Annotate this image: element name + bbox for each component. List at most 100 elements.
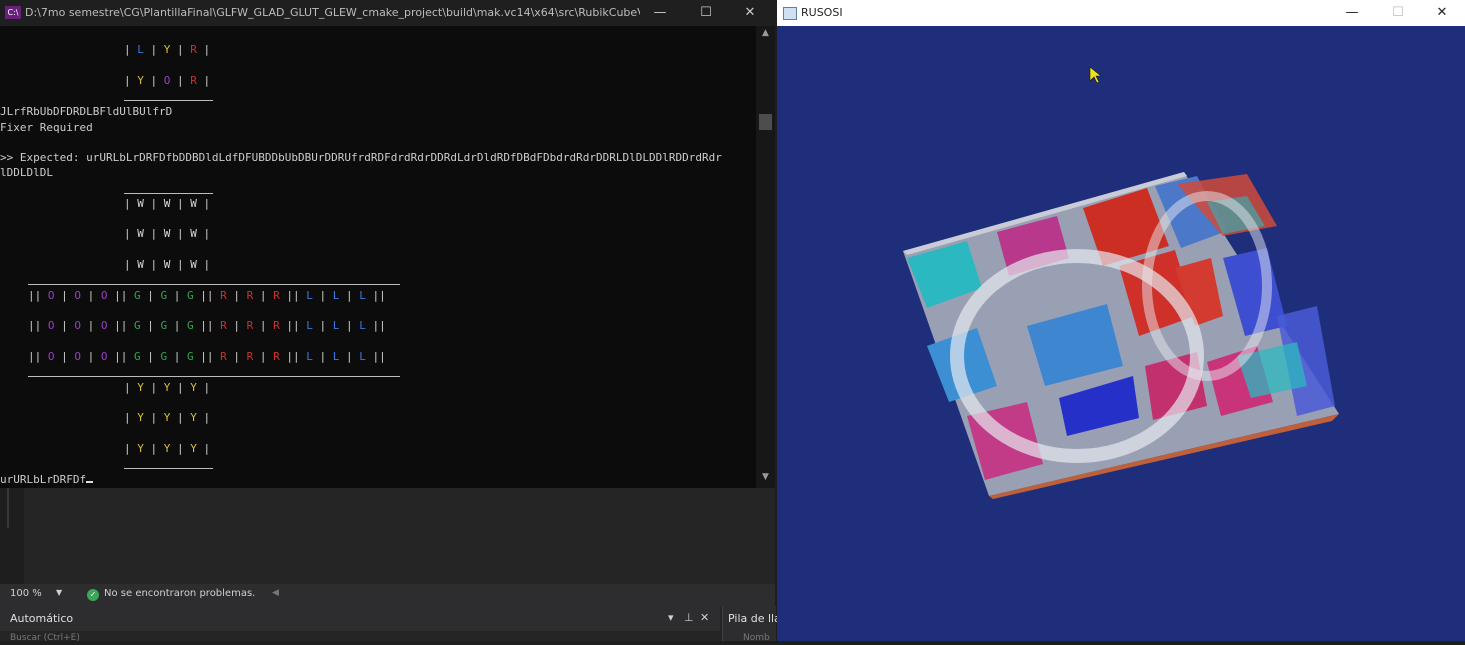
autos-search-input[interactable]: Buscar (Ctrl+E) [10, 633, 220, 641]
cell-space [197, 74, 204, 87]
cell-space [366, 289, 373, 302]
call-stack-title[interactable]: Pila de lla [728, 612, 781, 625]
console-scrollbar[interactable]: ▲ ▼ [756, 26, 775, 488]
cube-bottom-row: | Y | Y | Y | [124, 442, 210, 455]
cell-separator: || [200, 350, 221, 363]
cell-space [197, 442, 204, 455]
cube-top-row: | W | W | W | [124, 258, 210, 271]
cell-separator: || [114, 289, 134, 302]
cube-cell-R: R [273, 319, 280, 332]
cell-separator: | [124, 197, 138, 210]
cell-space [144, 227, 151, 240]
console-minimize-button[interactable]: — [637, 0, 683, 26]
cube-bottom-row: | Y | Y | Y | [124, 381, 210, 394]
gl-maximize-button[interactable]: ☐ [1375, 0, 1421, 26]
cell-separator: || [286, 350, 307, 363]
cube-cell-O: O [100, 289, 108, 302]
cube-cell-R: R [220, 350, 227, 363]
check-icon: ✓ [87, 589, 99, 601]
cube-cell-R: R [190, 74, 197, 87]
cell-separator: | [346, 319, 360, 332]
input-line[interactable]: urURLbLrDRFDf [0, 473, 94, 486]
cell-separator: | [346, 350, 360, 363]
zoom-dropdown-icon[interactable]: ▼ [56, 588, 62, 597]
scroll-up-icon[interactable]: ▲ [756, 28, 775, 42]
autos-panel-title[interactable]: Automático [10, 612, 73, 625]
console-output[interactable]: | L | Y | R | | Y | O | R | JLrfRbUbDFDR… [0, 26, 756, 488]
cell-space [144, 258, 151, 271]
cell-space [144, 43, 151, 56]
pin-icon[interactable]: ⊥ [684, 611, 694, 624]
scroll-down-icon[interactable]: ▼ [756, 472, 775, 486]
scroll-left-icon[interactable]: ◀ [272, 588, 279, 598]
cell-separator: | [203, 227, 211, 240]
cell-space [170, 381, 177, 394]
cube-top-row: | W | W | W | [124, 197, 210, 210]
cell-separator: | [177, 43, 191, 56]
problems-status[interactable]: No se encontraron problemas. [104, 588, 255, 599]
cube-cell-G: G [187, 350, 194, 363]
cube-cell-L: L [359, 350, 366, 363]
divider [28, 284, 400, 285]
cell-space [253, 319, 260, 332]
cell-separator: | [319, 350, 333, 363]
cube-cell-L: L [359, 289, 366, 302]
console-window[interactable]: C:\ D:\7mo semestre\CG\PlantillaFinal\GL… [0, 0, 775, 488]
autos-panel[interactable]: Automático ▾ ⊥ ✕ Buscar (Ctrl+E) Pila de… [0, 606, 781, 643]
cell-separator: | [346, 289, 360, 302]
gl-window-title: RUSOSI [801, 6, 843, 19]
panel-close-icon[interactable]: ✕ [700, 611, 709, 624]
call-stack-panel[interactable]: Pila de lla Nomb [722, 606, 781, 643]
cube-cell-L: L [306, 289, 313, 302]
gl-close-button[interactable]: ✕ [1419, 0, 1465, 26]
panel-dropdown-icon[interactable]: ▾ [668, 611, 674, 624]
console-title: D:\7mo semestre\CG\PlantillaFinal\GLFW_G… [25, 6, 640, 19]
editor-area[interactable] [0, 488, 775, 584]
expected-line-cont: lDDLDlDL [0, 166, 53, 179]
divider [28, 376, 400, 377]
cube-cell-R: R [273, 350, 280, 363]
call-stack-column: Nomb [743, 633, 770, 643]
cube-cell-L: L [306, 319, 313, 332]
gl-minimize-button[interactable]: — [1329, 0, 1375, 26]
divider [124, 100, 213, 101]
cell-separator: | [124, 411, 138, 424]
cube-cell-G: G [187, 319, 194, 332]
console-titlebar[interactable]: C:\ D:\7mo semestre\CG\PlantillaFinal\GL… [0, 0, 775, 26]
rubik-cube-render[interactable] [777, 26, 1465, 641]
cube-middle-row: || O | O | O || G | G | G || R | R | R |… [28, 289, 386, 302]
cube-cell-W: W [190, 258, 197, 271]
gl-window[interactable]: RUSOSI — ☐ ✕ [777, 0, 1465, 641]
cell-separator: | [233, 289, 247, 302]
cube-cell-G: G [134, 289, 141, 302]
cell-separator: | [203, 197, 211, 210]
cell-separator: || [286, 319, 307, 332]
cell-separator: || [372, 350, 386, 363]
cell-separator: | [177, 74, 191, 87]
cell-separator: | [147, 319, 161, 332]
cell-space [197, 258, 204, 271]
cell-space [170, 227, 177, 240]
cell-separator: | [61, 289, 75, 302]
gl-titlebar[interactable]: RUSOSI — ☐ ✕ [777, 0, 1465, 26]
console-close-button[interactable]: ✕ [727, 0, 773, 26]
cube-cell-G: G [187, 289, 194, 302]
cube-cell-R: R [273, 289, 280, 302]
console-maximize-button[interactable]: ☐ [683, 0, 729, 26]
cell-separator: | [177, 197, 191, 210]
cell-space [81, 350, 88, 363]
cell-space [144, 442, 151, 455]
cell-space [167, 319, 174, 332]
cell-separator: | [124, 442, 138, 455]
cell-separator: | [147, 289, 161, 302]
cube-cell-W: W [137, 258, 144, 271]
expected-line: >> Expected: urURLbLrDRFDfbDDBDldLdfDFUB… [0, 151, 722, 164]
gl-viewport[interactable] [777, 26, 1465, 641]
cube-cell-L: L [306, 350, 313, 363]
zoom-level[interactable]: 100 % [10, 588, 42, 599]
cell-space [81, 289, 88, 302]
scroll-thumb[interactable] [759, 114, 772, 130]
cell-space [170, 411, 177, 424]
cell-separator: | [233, 319, 247, 332]
cell-separator: | [147, 350, 161, 363]
